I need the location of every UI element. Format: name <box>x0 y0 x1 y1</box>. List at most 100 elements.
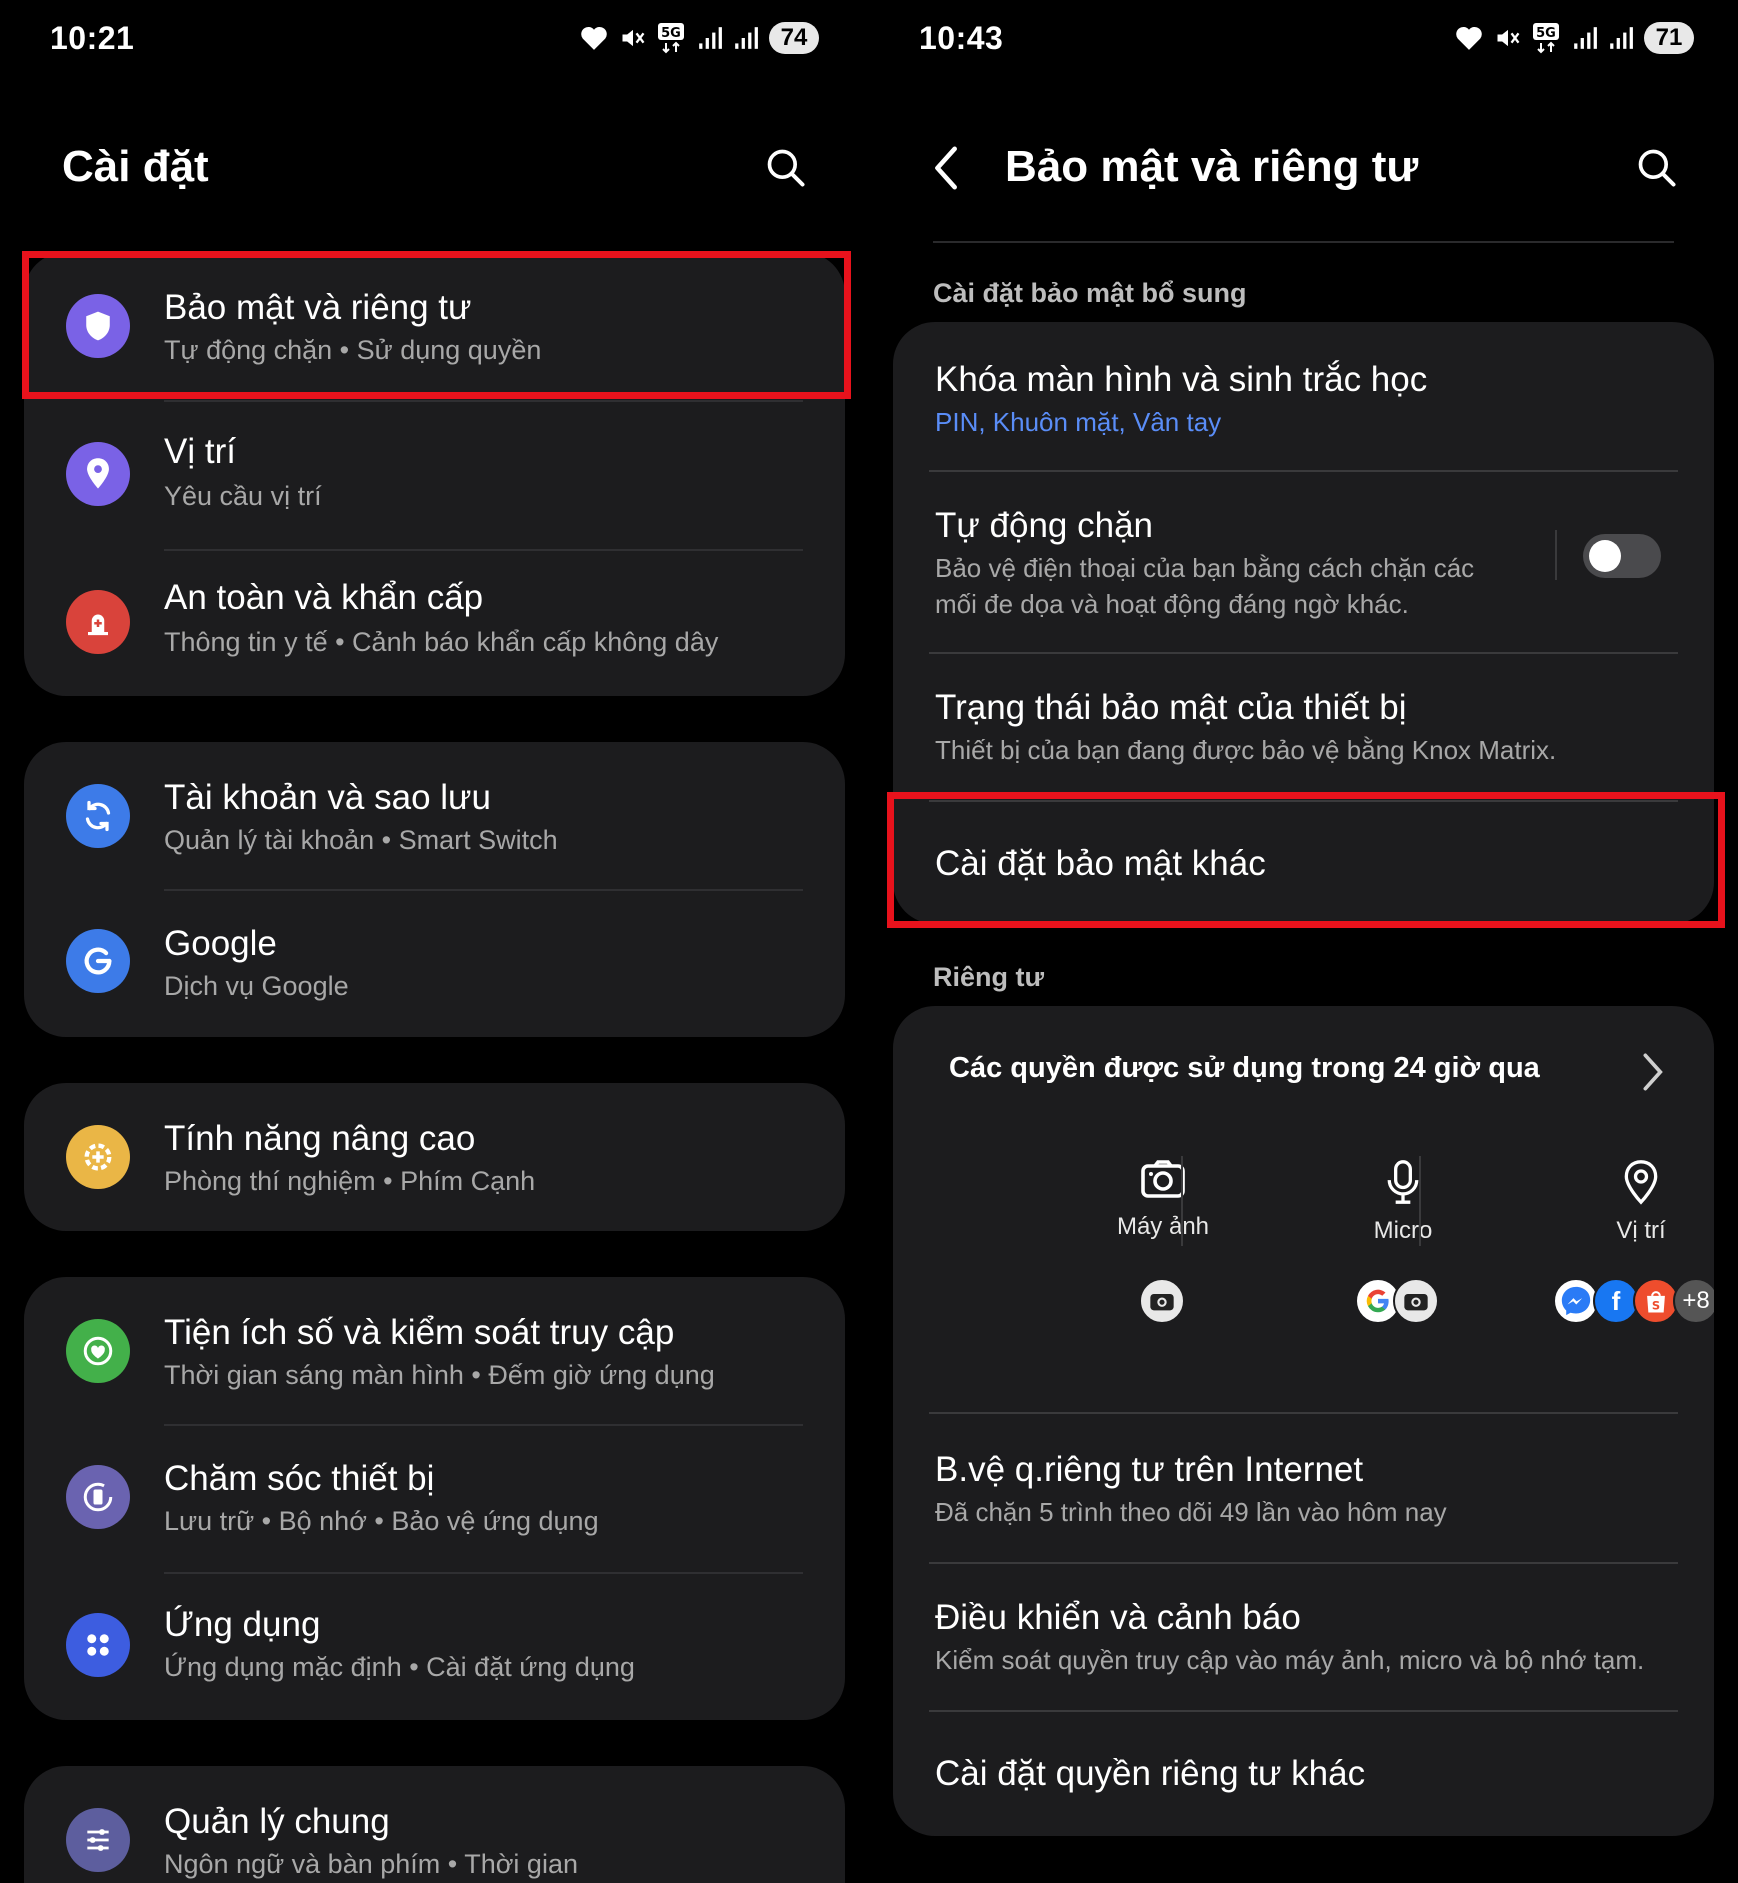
toggle-knob <box>1589 540 1621 572</box>
column-separator <box>1181 1156 1183 1246</box>
camera-app-icon <box>1139 1278 1185 1324</box>
heart-icon <box>1456 27 1482 50</box>
status-time: 10:43 <box>919 20 1004 56</box>
auto-block-toggle[interactable] <box>1583 534 1661 578</box>
settings-item-subtitle: Phòng thí nghiệm • Phím Cạnh <box>164 1166 536 1196</box>
permission-camera[interactable]: Máy ảnh <box>1063 1158 1263 1241</box>
battery-indicator: 71 <box>1644 22 1694 54</box>
settings-item-apps[interactable]: Ứng dụng Ứng dụng mặc định • Cài đặt ứng… <box>24 1573 845 1720</box>
internet-privacy-title: B.vệ q.riêng tư trên Internet <box>935 1450 1364 1489</box>
5g-icon: 5G <box>1533 23 1559 54</box>
camera-app-icon <box>1393 1278 1439 1324</box>
controls-alerts-item[interactable]: Điều khiển và cảnh báo Kiểm soát quyền t… <box>893 1564 1714 1712</box>
page-title: Cài đặt <box>62 142 209 191</box>
mute-icon <box>1497 29 1520 47</box>
settings-item-safety[interactable]: An toàn và khẩn cấp Thông tin y tế • Cản… <box>24 550 845 696</box>
highlight-box <box>887 792 1725 928</box>
header-divider <box>933 241 1674 243</box>
settings-item-title: Tiện ích số và kiểm soát truy cập <box>164 1313 675 1352</box>
search-button[interactable] <box>758 140 814 196</box>
permissions-used-panel[interactable]: Các quyền được sử dụng trong 24 giờ qua … <box>893 1006 1714 1416</box>
internet-privacy-item[interactable]: B.vệ q.riêng tư trên Internet Đã chặn 5 … <box>893 1414 1714 1562</box>
device-status-title: Trạng thái bảo mật của thiết bị <box>935 688 1407 727</box>
column-separator <box>1419 1156 1421 1246</box>
settings-item-title: Google <box>164 924 277 963</box>
camera-icon <box>1141 1160 1185 1198</box>
settings-item-wellbeing[interactable]: Tiện ích số và kiểm soát truy cập Thời g… <box>24 1277 845 1425</box>
auto-block-item[interactable]: Tự động chặn Bảo vệ điện thoại của bạn b… <box>893 472 1714 652</box>
security-privacy-screen: 10:43 5G 71 Bảo mật và riêng tư Cài đặt … <box>869 0 1738 1883</box>
more-apps-count: +8 <box>1673 1278 1714 1324</box>
signal-icon <box>1574 27 1597 49</box>
settings-item-title: Ứng dụng <box>164 1605 321 1644</box>
toggle-separator <box>1555 530 1557 580</box>
settings-group-5: Quản lý chung Ngôn ngữ và bàn phím • Thờ… <box>24 1766 845 1883</box>
status-icons: 5G 74 <box>579 22 819 54</box>
svg-text:5G: 5G <box>1536 26 1556 41</box>
status-icons: 5G 71 <box>1454 22 1694 54</box>
chevron-right-icon <box>1643 1053 1663 1091</box>
settings-item-subtitle: Quản lý tài khoản • Smart Switch <box>164 825 558 855</box>
mute-icon <box>622 29 645 47</box>
settings-item-subtitle: Ngôn ngữ và bàn phím • Thời gian <box>164 1849 578 1879</box>
google-icon <box>66 929 130 993</box>
settings-item-title: An toàn và khẩn cấp <box>164 578 484 617</box>
settings-item-subtitle: Ứng dụng mặc định • Cài đặt ứng dụng <box>164 1652 635 1682</box>
battery-indicator: 74 <box>769 22 819 54</box>
sliders-icon <box>66 1808 130 1872</box>
settings-item-subtitle: Dịch vụ Google <box>164 971 349 1001</box>
lockscreen-subtitle: PIN, Khuôn mặt, Vân tay <box>935 407 1222 437</box>
section-header-security: Cài đặt bảo mật bổ sung <box>933 278 1247 308</box>
search-icon <box>767 149 805 187</box>
settings-item-subtitle: Thời gian sáng màn hình • Đếm giờ ứng dụ… <box>164 1360 715 1390</box>
settings-item-subtitle: Yêu cầu vị trí <box>164 481 322 511</box>
back-button[interactable] <box>919 140 975 196</box>
emergency-icon <box>66 590 130 654</box>
status-bar: 10:43 5G 71 <box>869 18 1738 58</box>
section-header-privacy: Riêng tư <box>933 962 1045 992</box>
privacy-card: Các quyền được sử dụng trong 24 giờ qua … <box>893 1006 1714 1836</box>
settings-screen: 10:21 5G 74 Cài đặt Bảo mật và riêng tư … <box>0 0 869 1883</box>
permission-label: Máy ảnh <box>1116 1213 1210 1240</box>
settings-item-subtitle: Thông tin y tế • Cảnh báo khẩn cấp không… <box>164 627 719 657</box>
lockscreen-biometrics-item[interactable]: Khóa màn hình và sinh trắc học PIN, Khuô… <box>893 322 1714 470</box>
permission-label: Vị trí <box>1616 1217 1666 1244</box>
settings-item-location[interactable]: Vị trí Yêu cầu vị trí <box>24 402 845 550</box>
auto-block-subtitle-line2: mối đe dọa và hoạt động đáng ngờ khác. <box>935 589 1409 619</box>
status-bar: 10:21 5G 74 <box>0 18 869 58</box>
auto-block-title: Tự động chặn <box>935 506 1154 545</box>
settings-item-general[interactable]: Quản lý chung Ngôn ngữ và bàn phím • Thờ… <box>24 1766 845 1883</box>
back-arrow-icon <box>935 146 957 190</box>
signal-icon <box>699 27 722 49</box>
location-pin-icon <box>1624 1160 1658 1205</box>
device-security-status-item[interactable]: Trạng thái bảo mật của thiết bị Thiết bị… <box>893 654 1714 802</box>
highlight-box <box>22 251 851 399</box>
permission-microphone[interactable]: Micro <box>1303 1158 1503 1245</box>
lockscreen-title: Khóa màn hình và sinh trắc học <box>935 360 1428 399</box>
other-privacy-settings-item[interactable]: Cài đặt quyền riêng tư khác <box>893 1712 1714 1836</box>
5g-icon: 5G <box>658 23 684 54</box>
heart-icon <box>581 27 607 50</box>
search-button[interactable] <box>1629 140 1685 196</box>
settings-item-google[interactable]: Google Dịch vụ Google <box>24 890 845 1037</box>
location-pin-icon <box>66 442 130 506</box>
controls-title: Điều khiển và cảnh báo <box>935 1598 1301 1637</box>
auto-block-subtitle-line1: Bảo vệ điện thoại của bạn bằng cách chặn… <box>935 553 1475 583</box>
settings-item-title: Tài khoản và sao lưu <box>164 778 491 817</box>
settings-item-title: Chăm sóc thiết bị <box>164 1459 435 1498</box>
settings-item-subtitle: Lưu trữ • Bộ nhớ • Bảo vệ ứng dụng <box>164 1506 599 1536</box>
apps-grid-icon <box>66 1613 130 1677</box>
settings-group-4: Tiện ích số và kiểm soát truy cập Thời g… <box>24 1277 845 1720</box>
settings-item-title: Quản lý chung <box>164 1802 390 1841</box>
settings-item-accounts[interactable]: Tài khoản và sao lưu Quản lý tài khoản •… <box>24 742 845 890</box>
internet-privacy-subtitle: Đã chặn 5 trình theo dõi 49 lần vào hôm … <box>935 1497 1447 1527</box>
permission-location[interactable]: Vị trí <box>1541 1158 1714 1245</box>
controls-subtitle: Kiểm soát quyền truy cập vào máy ảnh, mi… <box>935 1645 1645 1675</box>
settings-item-advanced[interactable]: Tính năng nâng cao Phòng thí nghiệm • Ph… <box>24 1083 845 1231</box>
settings-group-2: Tài khoản và sao lưu Quản lý tài khoản •… <box>24 742 845 1037</box>
svg-text:S: S <box>1652 1298 1660 1312</box>
page-title: Bảo mật và riêng tư <box>1005 142 1419 191</box>
search-icon <box>1638 149 1676 187</box>
wellbeing-icon <box>66 1319 130 1383</box>
settings-item-device-care[interactable]: Chăm sóc thiết bị Lưu trữ • Bộ nhớ • Bảo… <box>24 1425 845 1573</box>
